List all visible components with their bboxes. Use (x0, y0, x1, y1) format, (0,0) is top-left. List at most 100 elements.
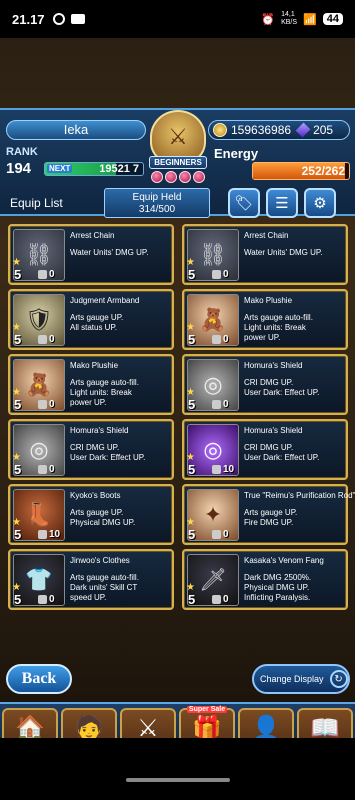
equip-card[interactable]: 🗡 ★ 5 0 Kasaka's Venom Fang Dark DMG 250… (182, 549, 348, 610)
gold-amount: 159636986 (231, 123, 292, 137)
book-icon: 📖 (310, 715, 340, 738)
portrait-icon: 👤 (251, 715, 281, 738)
equip-title: Arrest Chain (70, 231, 115, 240)
equip-description: Dark DMG 2500%. Physical DMG UP. Inflict… (244, 573, 312, 602)
quantity: 0 (38, 334, 55, 345)
equip-card[interactable]: ◎ ★ 5 0 Homura's Shield CRI DMG UP. User… (8, 419, 174, 480)
rarity-value: 5 (188, 332, 196, 347)
home-indicator (126, 778, 230, 782)
quantity-value: 0 (223, 334, 229, 345)
rarity-value: 5 (188, 267, 196, 282)
player-name[interactable]: Ieka (6, 120, 146, 140)
crystal-amount: 205 (313, 123, 334, 137)
equip-card[interactable]: ✦ ★ 5 0 True "Reimu's Purification Rod" … (182, 484, 355, 545)
rarity-value: 5 (14, 397, 22, 412)
nav-summon[interactable]: 👤CrossoverSummon (238, 708, 294, 738)
quantity-value: 0 (223, 269, 229, 280)
quantity-value: 0 (49, 594, 55, 605)
equip-card[interactable]: ⛓ ★ 5 0 Arrest Chain Water Units' DMG UP… (8, 224, 174, 285)
rarity-value: 5 (188, 462, 196, 477)
rarity-value: 5 (188, 397, 196, 412)
quantity: 0 (212, 594, 229, 605)
equip-card[interactable]: ◎ ★ 5 0 Homura's Shield CRI DMG UP. User… (182, 354, 348, 415)
nav-menu[interactable]: 📖Menu (297, 708, 353, 738)
rarity-value: 5 (14, 267, 22, 282)
rarity-value: 5 (188, 592, 196, 607)
rarity-value: 5 (188, 527, 196, 542)
gem-icon (165, 171, 177, 183)
equip-held-counter: Equip Held 314/500 (104, 188, 210, 218)
quantity-value: 0 (49, 269, 55, 280)
energy-label: Energy (214, 146, 259, 161)
stack-icon (212, 529, 221, 539)
change-display-button[interactable]: Change Display ↻ (252, 664, 350, 694)
quantity: 0 (212, 529, 229, 540)
rarity-value: 5 (14, 527, 22, 542)
equip-description: Arts gauge auto-fill. Light units: Break… (70, 378, 139, 407)
quantity-value: 0 (223, 399, 229, 410)
gold-coin-icon (213, 123, 227, 137)
quantity-value: 0 (49, 464, 55, 475)
gear-icon: ⚙ (313, 195, 327, 212)
quantity-value: 0 (223, 594, 229, 605)
equip-title: Kyoko's Boots (70, 491, 121, 500)
settings-button[interactable]: ⚙ (304, 188, 336, 218)
equip-description: CRI DMG UP. User Dark: Effect UP. (244, 443, 320, 462)
status-bar: 21.17 ⏰ 14,1 KB/S 📶 44 (0, 0, 355, 38)
battery-indicator: 44 (322, 13, 343, 25)
nav-units[interactable]: 🧑Units (61, 708, 117, 738)
sort-icon: ☰ (275, 195, 289, 212)
equip-card[interactable]: 👢 ★ 5 10 Kyoko's Boots Arts gauge UP. Ph… (8, 484, 174, 545)
equip-card[interactable]: 🛡 ★ 5 0 Judgment Armband Arts gauge UP. … (8, 289, 174, 350)
equip-description: Arts gauge auto-fill. Dark units' Skill … (70, 573, 139, 602)
back-button[interactable]: Back (6, 664, 72, 694)
nav-shop[interactable]: 🎁Super SaleShop (179, 706, 235, 738)
bottom-nav: 🏠Home🧑Units⚔Equip🎁Super SaleShop👤Crossov… (0, 702, 355, 738)
youtube-icon (70, 14, 85, 24)
stack-icon (38, 399, 47, 409)
equip-description: CRI DMG UP. User Dark: Effect UP. (244, 378, 320, 397)
next-exp-bar: NEXT 19521 7 (44, 162, 144, 176)
quantity: 0 (38, 269, 55, 280)
equip-title: Mako Plushie (244, 296, 293, 305)
wifi-icon: 📶 (303, 13, 317, 26)
nav-home[interactable]: 🏠Home (2, 708, 58, 738)
stack-icon (212, 399, 221, 409)
equip-held-value: 314/500 (138, 204, 176, 215)
equip-card[interactable]: 🧸 ★ 5 0 Mako Plushie Arts gauge auto-fil… (182, 289, 348, 350)
gem-row (151, 171, 205, 183)
rarity-value: 5 (14, 462, 22, 477)
gem-icon (193, 171, 205, 183)
alarm-icon: ⏰ (261, 13, 276, 26)
equip-description: Water Units' DMG UP. (244, 248, 323, 257)
next-label: NEXT (47, 164, 73, 173)
tag-button[interactable]: 🏷 (228, 188, 260, 218)
chest-icon: 🎁 (192, 715, 222, 738)
equip-list-label: Equip List (10, 196, 63, 210)
hero-icon: 🧑 (74, 715, 104, 738)
equip-card[interactable]: 🧸 ★ 5 0 Mako Plushie Arts gauge auto-fil… (8, 354, 174, 415)
clock: 21.17 (12, 11, 45, 27)
nav-equip[interactable]: ⚔Equip (120, 708, 176, 738)
system-nav (0, 738, 355, 800)
next-exp-value: 19521 7 (99, 163, 139, 175)
equip-card[interactable]: 👕 ★ 5 0 Jinwoo's Clothes Arts gauge auto… (8, 549, 174, 610)
gem-icon (179, 171, 191, 183)
equip-title: Kasaka's Venom Fang (244, 556, 324, 565)
currency-bar[interactable]: 159636986 205 (208, 120, 350, 140)
stack-icon (212, 269, 221, 279)
equip-description: Arts gauge UP. All status UP. (70, 313, 124, 332)
equip-title: Arrest Chain (244, 231, 289, 240)
quantity: 0 (38, 594, 55, 605)
equip-title: Jinwoo's Clothes (70, 556, 130, 565)
stack-icon (38, 334, 47, 344)
house-icon: 🏠 (15, 715, 45, 738)
rank-value: 194 (6, 160, 32, 177)
equip-card[interactable]: ◎ ★ 5 10 Homura's Shield CRI DMG UP. Use… (182, 419, 348, 480)
sort-button[interactable]: ☰ (266, 188, 298, 218)
rank-label: RANK (6, 146, 38, 158)
bottom-actions: Back Change Display ↻ (0, 664, 355, 700)
equip-card[interactable]: ⛓ ★ 5 0 Arrest Chain Water Units' DMG UP… (182, 224, 348, 285)
stack-icon (212, 334, 221, 344)
quantity-value: 0 (223, 529, 229, 540)
